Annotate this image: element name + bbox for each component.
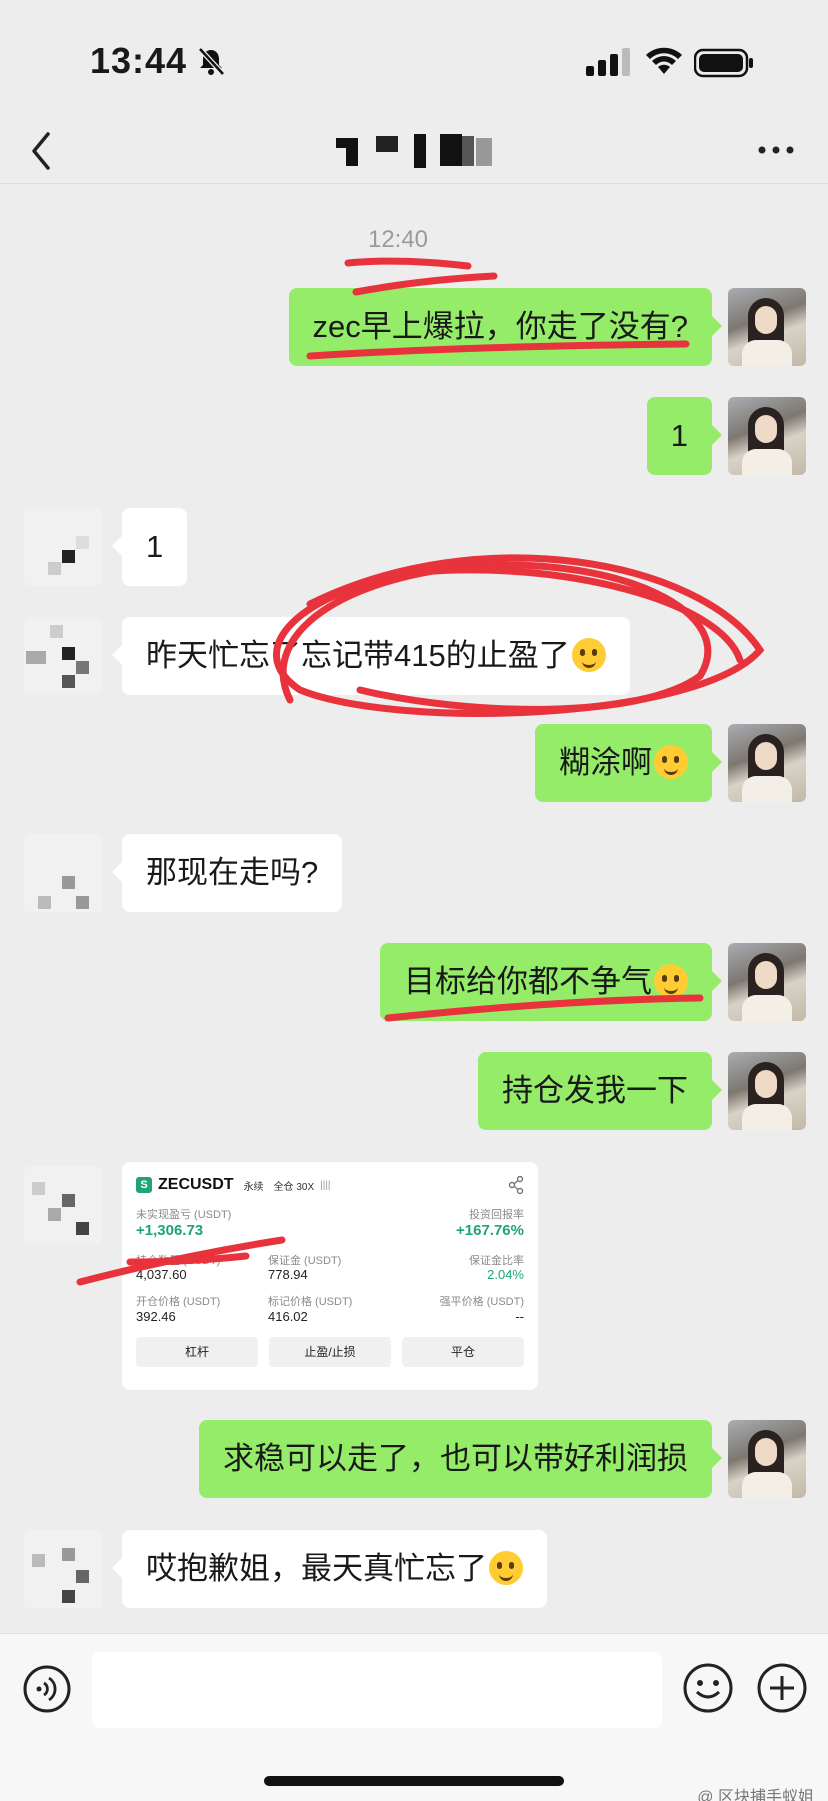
margin-label: 保证金 (USDT) — [268, 1255, 342, 1267]
message-text: 那现在走吗? — [146, 855, 319, 890]
input-bar: @ 区块捕手蚁姐 — [0, 1633, 828, 1801]
avatar[interactable] — [24, 617, 102, 695]
qty-value: 4,037.60 — [136, 1267, 187, 1282]
symbol: ZECUSDT — [158, 1176, 234, 1193]
leverage-button: 杠杆 — [136, 1337, 258, 1367]
mark-price-value: 416.02 — [268, 1309, 308, 1324]
tpsl-button: 止盈/止损 — [269, 1337, 391, 1367]
entry-price-label: 开仓价格 (USDT) — [136, 1296, 221, 1308]
pnl-label: 未实现盈亏 (USDT) — [136, 1209, 232, 1221]
message-text: 求稳可以走了，也可以带好利润损 — [223, 1441, 688, 1476]
avatar[interactable] — [728, 397, 806, 475]
chat-header — [0, 120, 828, 184]
mark-price-label: 标记价格 (USDT) — [268, 1296, 353, 1308]
woozy-face-emoji-icon — [654, 744, 688, 779]
message-text: 1 — [146, 529, 164, 564]
exchange-logo-icon: S — [136, 1177, 152, 1193]
message-bubble[interactable]: 持仓发我一下 — [478, 1052, 722, 1130]
qty-label: 持仓数量 (USDT) — [136, 1255, 221, 1267]
avatar[interactable] — [728, 943, 806, 1021]
message-text: 糊涂啊 — [559, 745, 652, 780]
avatar[interactable] — [728, 1052, 806, 1130]
ellipsis-icon[interactable] — [756, 140, 796, 160]
avatar[interactable] — [24, 1530, 102, 1608]
timestamp: 12:40 — [367, 226, 429, 253]
message-bubble[interactable]: 1 — [646, 397, 723, 475]
chevron-left-icon[interactable] — [26, 128, 56, 174]
status-bar: 13:44 — [0, 0, 828, 120]
close-position-button: 平仓 — [402, 1337, 524, 1367]
status-time: 13:44 — [90, 40, 188, 81]
avatar[interactable] — [24, 1166, 102, 1244]
battery-icon — [694, 48, 753, 78]
voice-icon[interactable] — [22, 1664, 72, 1714]
message-bubble[interactable]: 糊涂啊 — [535, 724, 722, 802]
pnl-value: +1,306.73 — [136, 1222, 204, 1239]
drooling-face-emoji-icon — [571, 637, 606, 672]
share-icon — [508, 1176, 524, 1194]
position-screenshot-card[interactable]: S ZECUSDT 永续 全仓 30X |||| 未实现盈亏 (USDT) +1… — [122, 1162, 538, 1390]
plus-icon[interactable] — [756, 1662, 808, 1714]
liq-price-value: -- — [515, 1309, 524, 1324]
entry-price-value: 392.46 — [136, 1309, 176, 1324]
avatar[interactable] — [24, 508, 102, 586]
wifi-icon — [646, 47, 682, 74]
message-text: 1 — [670, 418, 688, 453]
tag-margin: 全仓 30X — [273, 1181, 315, 1193]
margin-value: 778.94 — [268, 1267, 308, 1282]
message-bubble[interactable]: 目标给你都不争气 — [380, 943, 722, 1021]
card-header: S ZECUSDT 永续 全仓 30X |||| — [136, 1174, 331, 1196]
message-bubble[interactable]: 求稳可以走了，也可以带好利润损 — [199, 1420, 722, 1498]
weary-face-emoji-icon — [654, 963, 688, 998]
watermark: @ 区块捕手蚁姐 — [697, 1789, 814, 1801]
message-bubble[interactable]: 1 — [111, 508, 188, 586]
tag-perpetual: 永续 — [243, 1181, 264, 1193]
home-indicator[interactable] — [264, 1776, 564, 1786]
avatar[interactable] — [728, 288, 806, 366]
message-bubble[interactable]: 哎抱歉姐，最天真忙忘了 — [112, 1530, 547, 1608]
avatar[interactable] — [728, 724, 806, 802]
message-bubble[interactable]: 昨天忙忘了忘记带415的止盈了 — [112, 617, 630, 695]
tag-bars: |||| — [320, 1179, 331, 1191]
chat-title-redacted — [336, 132, 506, 168]
message-bubble[interactable]: 那现在走吗? — [111, 834, 343, 912]
avatar[interactable] — [24, 834, 102, 912]
avatar[interactable] — [728, 1420, 806, 1498]
liq-price-label: 强平价格 (USDT) — [439, 1296, 524, 1308]
roi-label: 投资回报率 — [469, 1209, 524, 1221]
message-text: 目标给你都不争气 — [404, 964, 652, 999]
emoji-icon[interactable] — [682, 1662, 734, 1714]
message-text: zec早上爆拉，你走了没有? — [312, 309, 688, 344]
cellular-signal-icon — [586, 48, 630, 76]
message-input[interactable] — [92, 1652, 662, 1728]
crying-face-emoji-icon — [489, 1550, 523, 1585]
message-text: 哎抱歉姐，最天真忙忘了 — [146, 1551, 487, 1586]
message-text: 持仓发我一下 — [502, 1073, 688, 1108]
bell-muted-icon — [198, 47, 225, 76]
margin-ratio-value: 2.04% — [487, 1267, 524, 1282]
margin-ratio-label: 保证金比率 — [469, 1255, 524, 1267]
message-bubble[interactable]: zec早上爆拉，你走了没有? — [288, 288, 723, 366]
roi-value: +167.76% — [456, 1222, 524, 1239]
message-text: 昨天忙忘了忘记带415的止盈了 — [146, 638, 570, 673]
